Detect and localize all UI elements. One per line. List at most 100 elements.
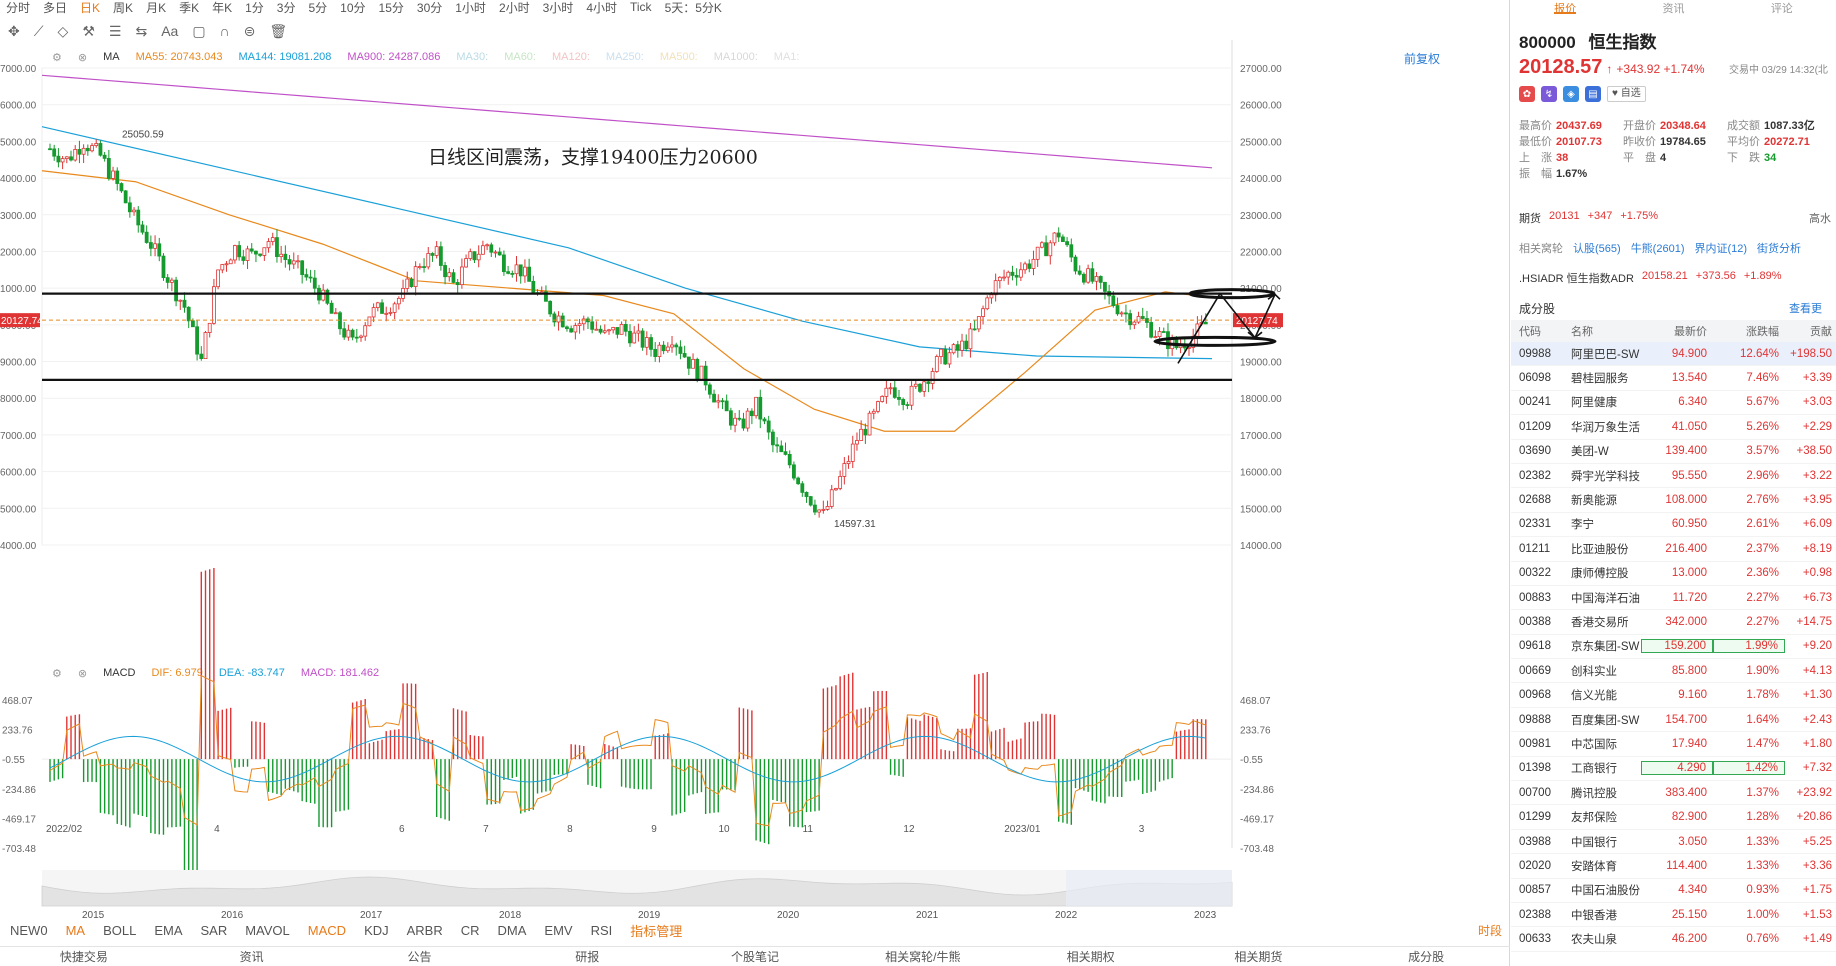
indicator-tab[interactable]: 指标管理 <box>630 921 682 940</box>
table-row[interactable]: 02382 舜宇光学科技 95.550 2.96% +3.22 <box>1511 464 1836 489</box>
table-row[interactable]: 00981 中芯国际 17.940 1.47% +1.80 <box>1511 732 1836 757</box>
indicator-tab[interactable]: CR <box>461 923 480 938</box>
stock-code: 02020 <box>1519 859 1551 872</box>
table-row[interactable]: 06098 碧桂园服务 13.540 7.46% +3.39 <box>1511 366 1836 391</box>
change-pct: 1.37% <box>1746 786 1779 799</box>
table-row[interactable]: 00388 香港交易所 342.000 2.27% +14.75 <box>1511 610 1836 635</box>
indicator-tab[interactable]: MACD <box>308 923 346 938</box>
table-row[interactable]: 00633 农夫山泉 46.200 0.76% +1.49 <box>1511 927 1836 952</box>
session-button[interactable]: 时段 <box>1478 922 1502 939</box>
table-row[interactable]: 03988 中国银行 3.050 1.33% +5.25 <box>1511 830 1836 855</box>
candle-body <box>905 404 910 406</box>
indicator-tab[interactable]: BOLL <box>103 923 136 938</box>
bottom-tab[interactable]: 资讯 <box>168 947 336 966</box>
warrant-link[interactable]: 界内证(12) <box>1694 240 1747 256</box>
table-row[interactable]: 02388 中银香港 25.150 1.00% +1.53 <box>1511 903 1836 928</box>
candle-body <box>691 358 695 369</box>
table-row[interactable]: 02331 李宁 60.950 2.61% +6.09 <box>1511 513 1836 538</box>
right-tab[interactable]: 资讯 <box>1662 0 1684 15</box>
table-row[interactable]: 01211 比亚迪股份 216.400 2.37% +8.19 <box>1511 537 1836 562</box>
indicator-tab[interactable]: DMA <box>498 923 527 938</box>
table-row[interactable]: 01209 华润万象生活 41.050 5.26% +2.29 <box>1511 415 1836 440</box>
column-header[interactable]: 涨跌幅 <box>1713 323 1785 339</box>
hk-flag-icon[interactable]: ✿ <box>1519 86 1535 102</box>
y-tick-left: 7000.00 <box>0 431 37 442</box>
table-row[interactable]: 02688 新奥能源 108.000 2.76% +3.95 <box>1511 488 1836 513</box>
candle-body <box>850 443 855 462</box>
bottom-tab[interactable]: 快捷交易 <box>0 947 168 966</box>
table-row[interactable]: 00968 信义光能 9.160 1.78% +1.30 <box>1511 683 1836 708</box>
indicator-tab[interactable]: MAVOL <box>245 923 290 938</box>
table-row[interactable]: 00322 康师傅控股 13.000 2.36% +0.98 <box>1511 562 1836 586</box>
futures-row[interactable]: 期货 20131 +347 +1.75% 高水 <box>1519 210 1831 226</box>
x-tick-label: 2022/02 <box>46 824 83 835</box>
last-price: 41.050 <box>1671 420 1707 433</box>
share-icon[interactable]: ◈ <box>1563 86 1579 102</box>
bottom-tab[interactable]: 相关窝轮/牛熊 <box>839 947 1007 966</box>
kline-chart[interactable]: 7000.00 27000.00 6000.00 26000.00 5000.00 250… <box>0 0 1510 946</box>
indicator-tab[interactable]: ARBR <box>407 923 443 938</box>
table-row[interactable]: 09988 阿里巴巴-SW 94.900 12.64% +198.50 <box>1511 342 1836 367</box>
candle-body <box>182 299 187 308</box>
column-header[interactable]: 代码 <box>1511 323 1571 339</box>
table-row[interactable]: 02020 安踏体育 114.400 1.33% +3.36 <box>1511 854 1836 879</box>
bottom-tab[interactable]: 研报 <box>503 947 671 966</box>
table-row[interactable]: 00883 中国海洋石油 11.720 2.27% +6.73 <box>1511 586 1836 611</box>
stat-row: 振 幅 1.67% <box>1519 166 1831 182</box>
candle-body <box>623 323 628 332</box>
indicator-tab[interactable]: RSI <box>591 923 613 938</box>
candle-body <box>123 190 128 204</box>
table-row[interactable]: 00669 创科实业 85.800 1.90% +4.13 <box>1511 659 1836 684</box>
candle-body <box>405 278 410 289</box>
bottom-tab[interactable]: 成分股 <box>1342 947 1510 966</box>
table-row[interactable]: 09618 京东集团-SW 159.200 1.99% +9.20 <box>1511 635 1836 660</box>
indicator-tab[interactable]: EMA <box>154 923 182 938</box>
table-row[interactable]: 01299 友邦保险 82.900 1.28% +20.86 <box>1511 805 1836 830</box>
candle-body <box>102 154 107 159</box>
table-row[interactable]: 09888 百度集团-SW 154.700 1.64% +2.43 <box>1511 708 1836 733</box>
constituents-more-link[interactable]: 查看更 <box>1789 300 1822 316</box>
stock-code: 01299 <box>1519 811 1551 824</box>
table-row[interactable]: 00700 腾讯控股 383.400 1.37% +23.92 <box>1511 781 1836 806</box>
column-header[interactable]: 名称 <box>1571 323 1641 339</box>
add-favorite-button[interactable]: ♥ 自选 <box>1607 86 1646 102</box>
column-header[interactable]: 最新价 <box>1641 323 1713 339</box>
table-row[interactable]: 03690 美团-W 139.400 3.57% +38.50 <box>1511 440 1836 464</box>
candle-body <box>195 326 200 355</box>
indicator-tab[interactable]: SAR <box>200 923 227 938</box>
warrant-link[interactable]: 街货分析 <box>1757 240 1801 256</box>
adr-row[interactable]: .HSIADR 恒生指数ADR 20158.21 +373.56 +1.89% <box>1519 270 1831 286</box>
table-row[interactable]: 00857 中国石油股份 4.340 0.93% +1.75 <box>1511 879 1836 903</box>
candle-body <box>169 279 174 283</box>
indicator-tab[interactable]: EMV <box>544 923 572 938</box>
note-icon[interactable]: ▤ <box>1585 86 1601 102</box>
indicator-tab[interactable]: NEW0 <box>10 923 48 938</box>
candle-body <box>489 244 494 253</box>
indicator-tab[interactable]: KDJ <box>364 923 389 938</box>
column-header[interactable]: 贡献 <box>1785 323 1836 339</box>
right-tab[interactable]: 评论 <box>1771 0 1793 15</box>
x-tick-label: 6 <box>399 824 405 835</box>
x-tick-label: 3 <box>1139 824 1145 835</box>
stock-name: 恒生指数 <box>1588 33 1657 52</box>
bottom-tab[interactable]: 相关期货 <box>1174 947 1342 966</box>
right-tab[interactable]: 报价 <box>1554 0 1577 15</box>
candle-body <box>934 356 939 372</box>
stat-cell: 昨收价 19784.65 <box>1623 134 1727 150</box>
stat-label: 成交额 <box>1727 120 1760 132</box>
bottom-tab[interactable]: 公告 <box>336 947 504 966</box>
chart-link-icon[interactable]: ↯ <box>1541 86 1557 102</box>
indicator-tab[interactable]: MA <box>66 923 86 938</box>
candle-body <box>514 264 519 275</box>
change-pct: 1.33% <box>1746 859 1779 872</box>
warrant-link[interactable]: 牛熊(2601) <box>1631 240 1685 256</box>
table-row[interactable]: 00241 阿里健康 6.340 5.67% +3.03 <box>1511 391 1836 416</box>
y-tick-right: 14000.00 <box>1240 541 1282 552</box>
candle-body <box>745 410 750 429</box>
stock-code: 09988 <box>1519 347 1551 360</box>
bottom-tab[interactable]: 相关期权 <box>1007 947 1175 966</box>
candle-body <box>233 245 237 261</box>
bottom-tab[interactable]: 个股笔记 <box>671 947 839 966</box>
warrant-link[interactable]: 认股(565) <box>1573 240 1621 256</box>
table-row[interactable]: 01398 工商银行 4.290 1.42% +7.32 <box>1511 757 1836 782</box>
